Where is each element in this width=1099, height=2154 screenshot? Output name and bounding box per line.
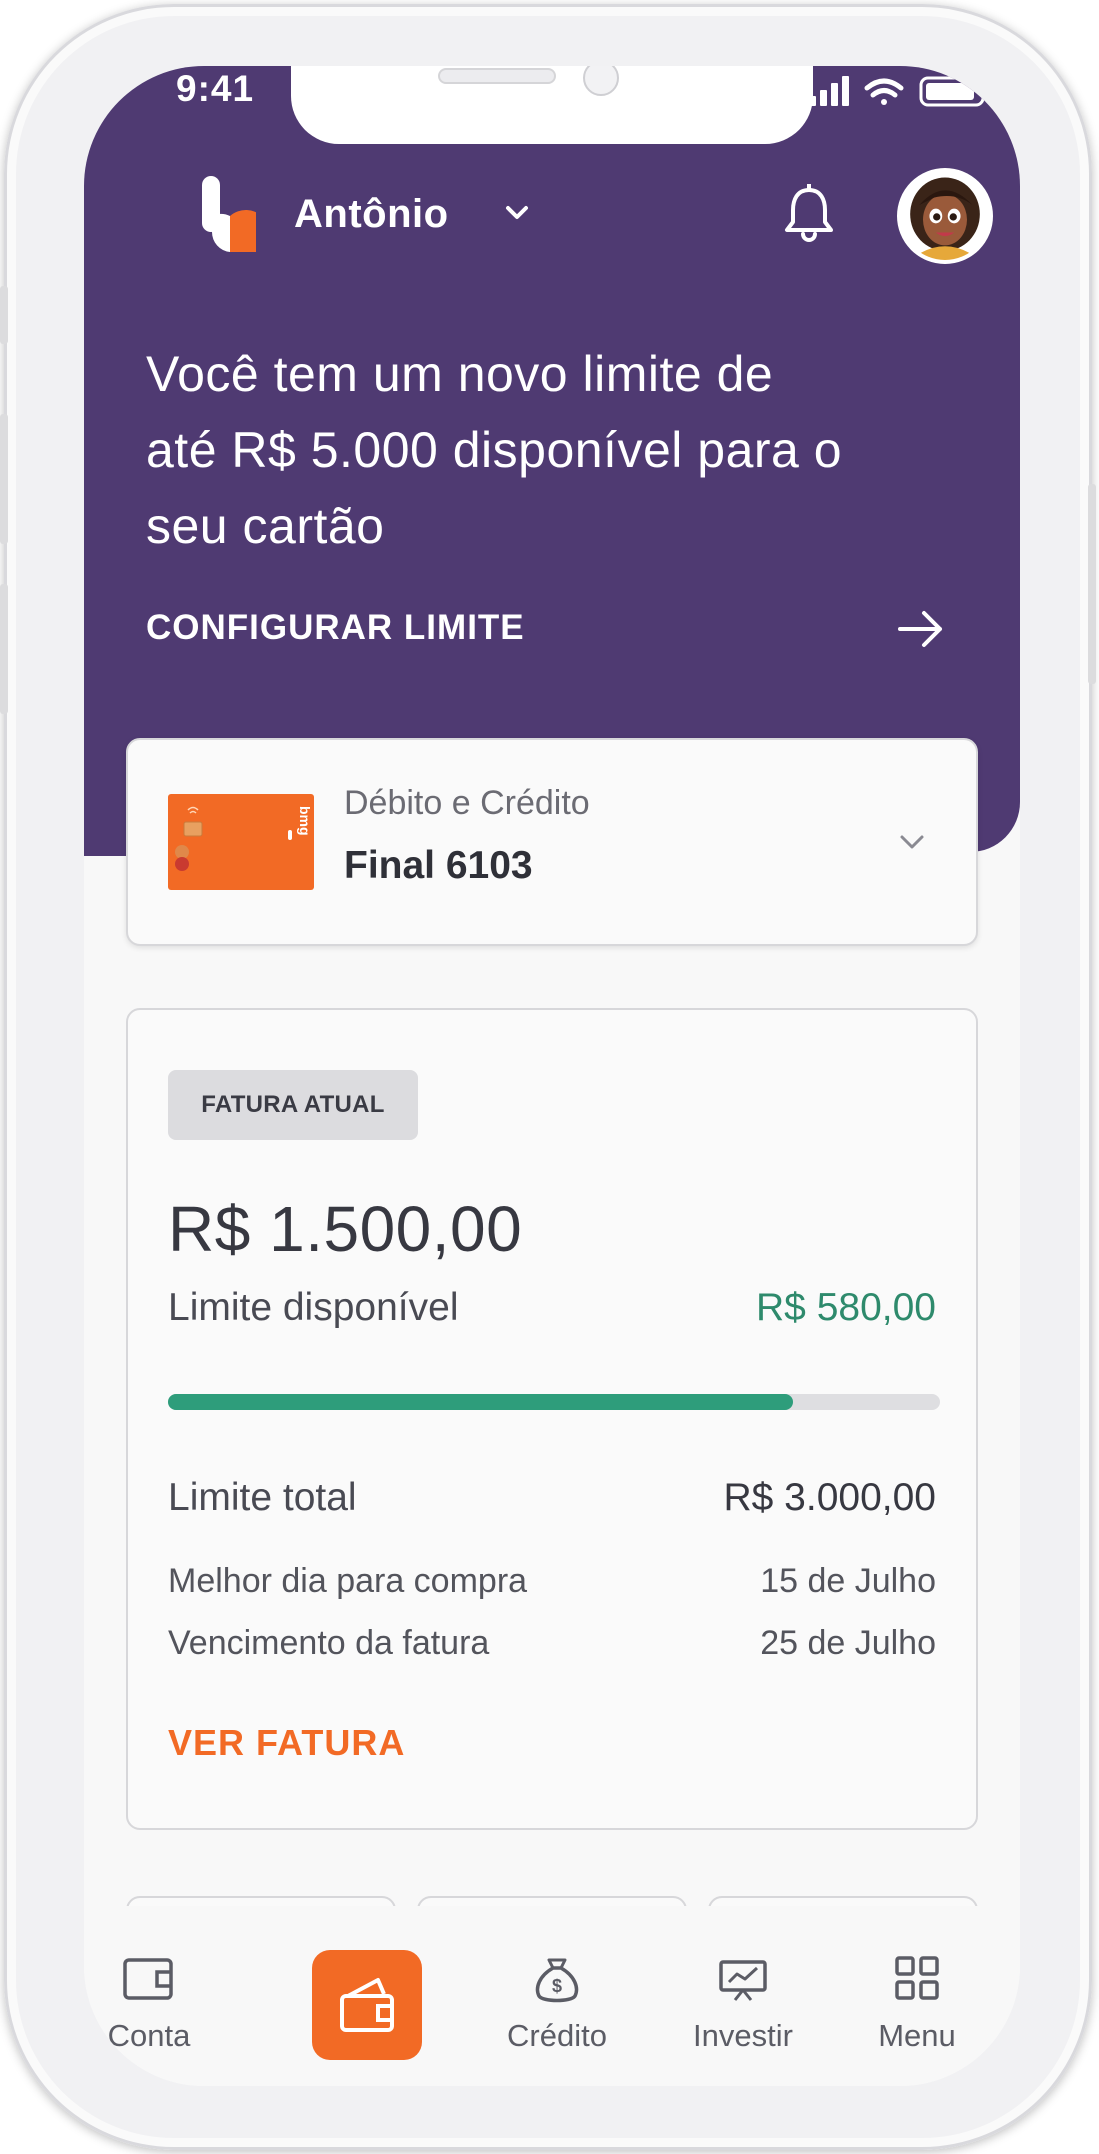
nav-label: Conta xyxy=(107,2018,191,2053)
nav-label: Investir xyxy=(693,2018,793,2053)
side-button xyxy=(0,414,8,544)
total-limit-label: Limite total xyxy=(168,1476,357,1519)
money-bag-icon: $ xyxy=(535,1958,579,2003)
promo-line: seu cartão xyxy=(146,498,385,554)
nav-item-menu[interactable]: Menu xyxy=(852,1936,982,2066)
due-date-value: 25 de Julho xyxy=(760,1624,936,1662)
side-button xyxy=(0,584,8,714)
limit-progress-fill xyxy=(168,1394,794,1410)
signal-icon xyxy=(809,76,849,106)
card-thumbnail: bmg xyxy=(168,794,314,890)
wallet-icon xyxy=(123,1958,173,2000)
bell-icon[interactable] xyxy=(781,184,837,244)
nav-label: Crédito xyxy=(507,2018,607,2053)
svg-text:$: $ xyxy=(552,1976,562,1996)
invoice-card: FATURA ATUAL R$ 1.500,00 Limite disponív… xyxy=(126,1008,978,1830)
screen: 9:41 Antônio Você tem um novo limite de … xyxy=(84,66,1020,2086)
card-selector[interactable]: bmg Débito e Crédito Final 6103 xyxy=(126,738,978,946)
card-type-label: Débito e Crédito xyxy=(344,784,590,822)
nav-item-conta[interactable]: Conta xyxy=(84,1936,214,2066)
total-limit-value: R$ 3.000,00 xyxy=(723,1476,936,1519)
arrow-right-icon[interactable] xyxy=(894,602,948,656)
promo-line: até R$ 5.000 disponível para o xyxy=(146,422,843,478)
battery-icon xyxy=(919,76,991,107)
best-day-label: Melhor dia para compra xyxy=(168,1562,528,1600)
due-date-label: Vencimento da fatura xyxy=(168,1624,490,1662)
svg-text:bmg: bmg xyxy=(297,806,313,836)
avatar[interactable] xyxy=(897,168,993,264)
chevron-down-icon[interactable] xyxy=(894,824,930,860)
avatar-image xyxy=(901,172,989,260)
view-invoice-button[interactable]: VER FATURA xyxy=(168,1722,405,1764)
nav-label: Menu xyxy=(878,2018,956,2053)
side-button xyxy=(1088,484,1096,684)
configure-limit-link[interactable]: CONFIGURAR LIMITE xyxy=(146,608,525,648)
invoice-status-badge: FATURA ATUAL xyxy=(168,1070,418,1140)
side-button xyxy=(0,286,8,344)
invoice-amount: R$ 1.500,00 xyxy=(168,1193,523,1265)
card-final-number: Final 6103 xyxy=(344,844,533,887)
nav-item-investir[interactable]: Investir xyxy=(678,1936,808,2066)
card-art: bmg xyxy=(175,806,313,871)
brand-logo xyxy=(202,176,256,252)
user-name[interactable]: Antônio xyxy=(294,192,449,237)
speaker xyxy=(438,68,556,84)
bottom-navigation: Conta $ Crédito Investir Menu xyxy=(84,1906,1020,2086)
nav-item-credito[interactable]: $ Crédito xyxy=(492,1936,622,2066)
promo-text: Você tem um novo limite de até R$ 5.000 … xyxy=(146,336,966,564)
status-icons xyxy=(809,76,991,107)
chevron-down-icon[interactable] xyxy=(500,196,534,230)
available-limit-label: Limite disponível xyxy=(168,1286,459,1329)
grid-icon xyxy=(895,1956,939,2000)
available-limit-value: R$ 580,00 xyxy=(756,1286,936,1329)
camera xyxy=(583,66,619,96)
status-time: 9:41 xyxy=(176,68,255,109)
promo-line: Você tem um novo limite de xyxy=(146,346,774,402)
notch xyxy=(291,66,813,144)
phone-frame: 9:41 Antônio Você tem um novo limite de … xyxy=(0,4,1096,2150)
chart-board-icon xyxy=(719,1960,767,2001)
limit-progress-bar xyxy=(168,1394,940,1410)
best-day-value: 15 de Julho xyxy=(760,1562,936,1600)
nav-item-cartoes[interactable] xyxy=(312,1950,422,2060)
card-wallet-icon xyxy=(340,1978,394,2032)
wifi-icon xyxy=(864,78,904,105)
